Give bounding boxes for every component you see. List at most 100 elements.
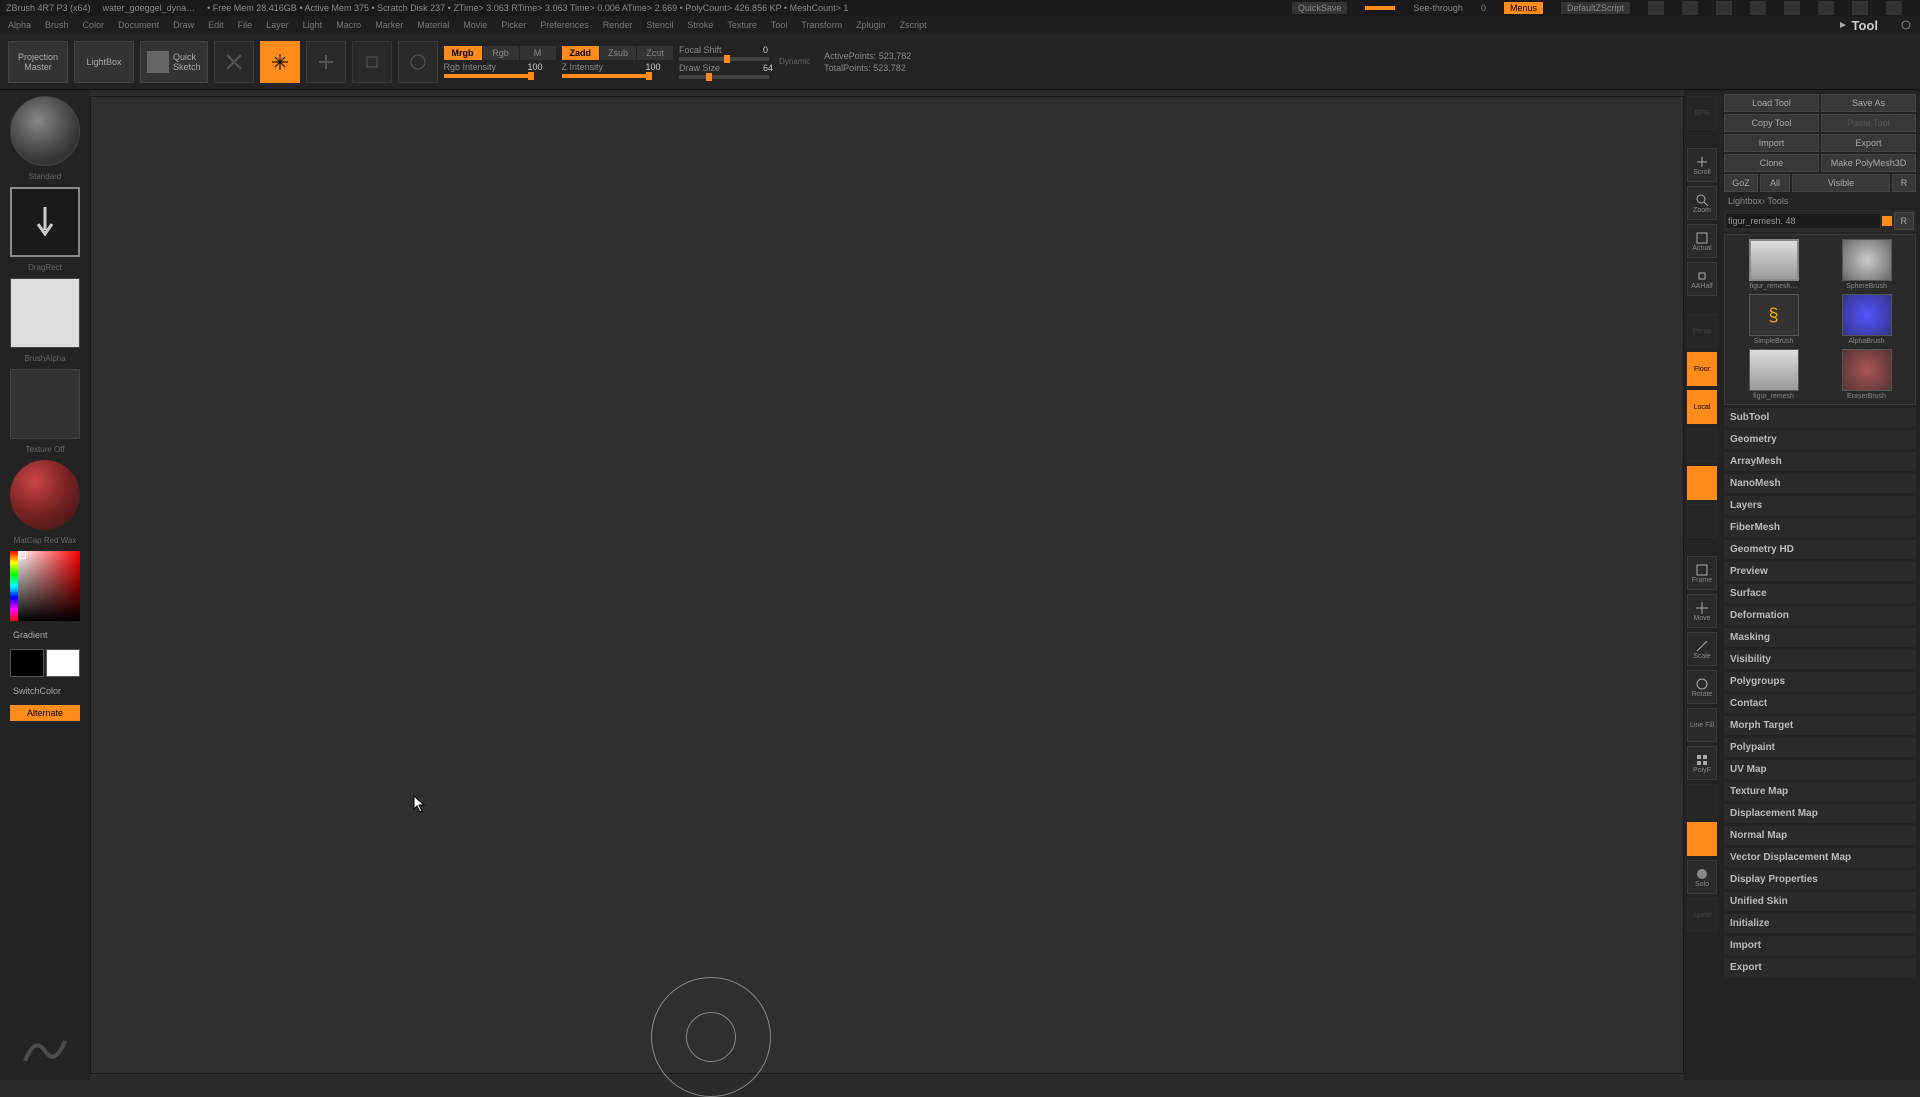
section-displacement[interactable]: Displacement Map xyxy=(1724,804,1916,823)
rotate-mode-button[interactable] xyxy=(398,41,438,83)
section-fibermesh[interactable]: FiberMesh xyxy=(1724,518,1916,537)
zsub-button[interactable]: Zsub xyxy=(600,46,636,60)
z-intensity-slider[interactable] xyxy=(562,74,652,78)
alpha-preview[interactable] xyxy=(10,278,80,348)
menu-zplugin[interactable]: Zplugin xyxy=(856,20,886,30)
canvas-scale-button[interactable]: Scale xyxy=(1687,632,1717,666)
section-contact[interactable]: Contact xyxy=(1724,694,1916,713)
menu-zscript[interactable]: Zscript xyxy=(900,20,927,30)
canvas-move-button[interactable]: Move xyxy=(1687,594,1717,628)
paste-tool-button[interactable]: Paste Tool xyxy=(1821,114,1916,132)
section-vectordisp[interactable]: Vector Displacement Map xyxy=(1724,848,1916,867)
minimize-button[interactable] xyxy=(1818,1,1834,15)
default-zscript[interactable]: DefaultZScript xyxy=(1561,2,1630,14)
brush-preview[interactable] xyxy=(10,96,80,166)
close-button[interactable] xyxy=(1886,1,1902,15)
goz-all-button[interactable]: All xyxy=(1760,174,1790,192)
import-button[interactable]: Import xyxy=(1724,134,1819,152)
floor-button[interactable]: Floor xyxy=(1687,352,1717,386)
make-polymesh-button[interactable]: Make PolyMesh3D xyxy=(1821,154,1916,172)
section-geometry[interactable]: Geometry xyxy=(1724,430,1916,449)
section-morphtarget[interactable]: Morph Target xyxy=(1724,716,1916,735)
texture-preview[interactable] xyxy=(10,369,80,439)
goz-r-button[interactable]: R xyxy=(1892,174,1916,192)
menu-movie[interactable]: Movie xyxy=(463,20,487,30)
copy-tool-button[interactable]: Copy Tool xyxy=(1724,114,1819,132)
menu-stroke[interactable]: Stroke xyxy=(687,20,713,30)
window-btn-4[interactable] xyxy=(1750,1,1766,15)
tool-item-alpha[interactable]: AlphaBrush xyxy=(1822,294,1911,345)
seethrough-slider[interactable] xyxy=(1365,6,1395,10)
draw-mode-button[interactable] xyxy=(260,41,300,83)
move-mode-button[interactable] xyxy=(306,41,346,83)
canvas[interactable] xyxy=(90,96,1684,1074)
export-button[interactable]: Export xyxy=(1821,134,1916,152)
tool-item-sphere[interactable]: SphereBrush xyxy=(1822,239,1911,290)
draw-size-value[interactable]: 64 xyxy=(763,63,773,73)
section-unifiedskin[interactable]: Unified Skin xyxy=(1724,892,1916,911)
goz-button[interactable]: GoZ xyxy=(1724,174,1758,192)
menu-file[interactable]: File xyxy=(238,20,253,30)
xpose-button[interactable]: Xpose xyxy=(1687,898,1717,932)
zcut-button[interactable]: Zcut xyxy=(637,46,673,60)
load-tool-button[interactable]: Load Tool xyxy=(1724,94,1819,112)
frame-button[interactable]: Frame xyxy=(1687,556,1717,590)
mrgb-button[interactable]: Mrgb xyxy=(444,46,482,60)
goz-visible-button[interactable]: Visible xyxy=(1792,174,1890,192)
focal-shift-slider[interactable] xyxy=(679,57,769,61)
section-polypaint[interactable]: Polypaint xyxy=(1724,738,1916,757)
section-preview[interactable]: Preview xyxy=(1724,562,1916,581)
secondary-color-swatch[interactable] xyxy=(10,649,44,677)
section-export[interactable]: Export xyxy=(1724,958,1916,977)
menu-alpha[interactable]: Alpha xyxy=(8,20,31,30)
linefill-button[interactable]: Line Fill xyxy=(1687,708,1717,742)
rgb-button[interactable]: Rgb xyxy=(483,46,519,60)
lightbox-tools-label[interactable]: Lightbox› Tools xyxy=(1724,194,1916,208)
material-preview[interactable] xyxy=(10,460,80,530)
section-arraymesh[interactable]: ArrayMesh xyxy=(1724,452,1916,471)
tool-item-simple[interactable]: § SimpleBrush xyxy=(1729,294,1818,345)
tool-item-figur[interactable]: figur_remesh… xyxy=(1729,239,1818,290)
clone-button[interactable]: Clone xyxy=(1724,154,1819,172)
section-initialize[interactable]: Initialize xyxy=(1724,914,1916,933)
aahalf-button[interactable]: AAHalf xyxy=(1687,262,1717,296)
section-displayprops[interactable]: Display Properties xyxy=(1724,870,1916,889)
menu-edit[interactable]: Edit xyxy=(208,20,224,30)
draw-size-slider[interactable] xyxy=(679,75,769,79)
menu-document[interactable]: Document xyxy=(118,20,159,30)
menu-picker[interactable]: Picker xyxy=(501,20,526,30)
axis-button[interactable] xyxy=(1687,504,1717,538)
scroll-button[interactable]: Scroll xyxy=(1687,148,1717,182)
section-texturemap[interactable]: Texture Map xyxy=(1724,782,1916,801)
quick-sketch-button[interactable]: Quick Sketch xyxy=(140,41,208,83)
menu-render[interactable]: Render xyxy=(603,20,633,30)
section-visibility[interactable]: Visibility xyxy=(1724,650,1916,669)
menu-layer[interactable]: Layer xyxy=(266,20,289,30)
section-masking[interactable]: Masking xyxy=(1724,628,1916,647)
edit-mode-button[interactable] xyxy=(214,41,254,83)
section-layers[interactable]: Layers xyxy=(1724,496,1916,515)
menu-preferences[interactable]: Preferences xyxy=(540,20,589,30)
window-btn-3[interactable] xyxy=(1716,1,1732,15)
z-intensity-value[interactable]: 100 xyxy=(646,62,661,72)
pin-icon[interactable] xyxy=(1900,19,1912,31)
window-btn-2[interactable] xyxy=(1682,1,1698,15)
local-button[interactable]: Local xyxy=(1687,390,1717,424)
stroke-preview[interactable] xyxy=(10,187,80,257)
menu-macro[interactable]: Macro xyxy=(336,20,361,30)
switch-color-button[interactable]: SwitchColor xyxy=(10,683,80,699)
menu-light[interactable]: Light xyxy=(303,20,323,30)
section-geometryhd[interactable]: Geometry HD xyxy=(1724,540,1916,559)
polyf-button[interactable]: PolyF xyxy=(1687,746,1717,780)
actual-button[interactable]: Actual xyxy=(1687,224,1717,258)
focal-shift-value[interactable]: 0 xyxy=(763,45,768,55)
transp-button[interactable] xyxy=(1687,784,1717,818)
zoom-button[interactable]: Zoom xyxy=(1687,186,1717,220)
section-nanomesh[interactable]: NanoMesh xyxy=(1724,474,1916,493)
dynamic-toggle[interactable]: Dynamic xyxy=(779,57,810,66)
xyz-button[interactable] xyxy=(1687,466,1717,500)
save-as-button[interactable]: Save As xyxy=(1821,94,1916,112)
menu-stencil[interactable]: Stencil xyxy=(646,20,673,30)
section-uvmap[interactable]: UV Map xyxy=(1724,760,1916,779)
ghost-button[interactable] xyxy=(1687,822,1717,856)
